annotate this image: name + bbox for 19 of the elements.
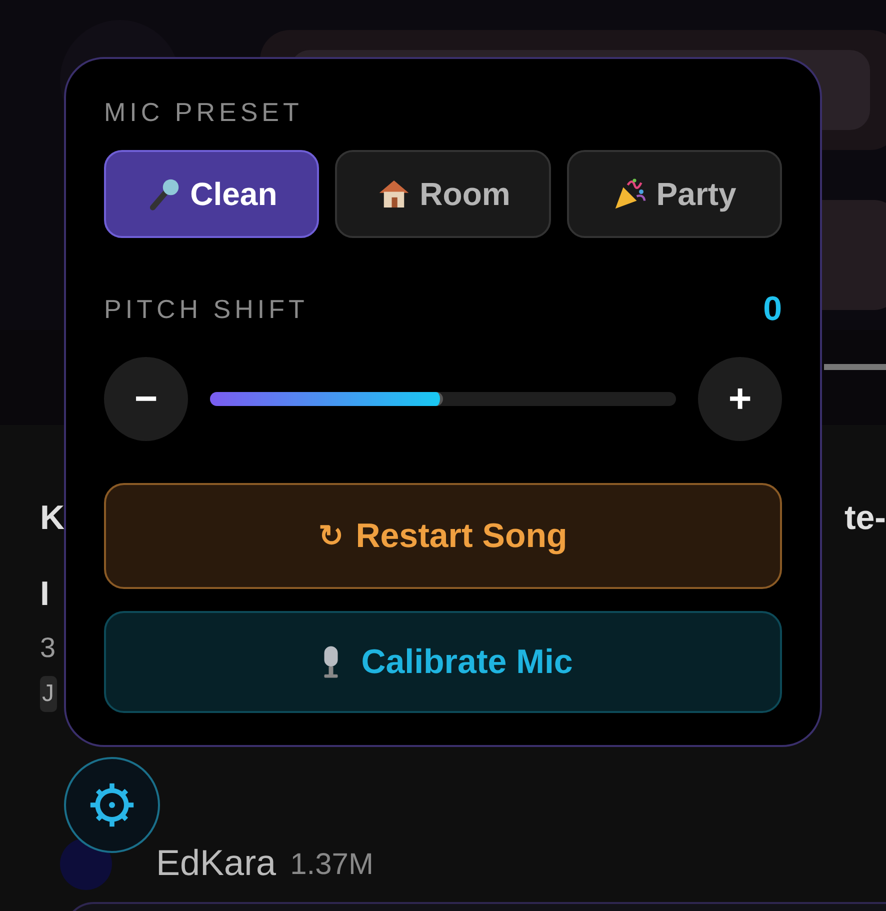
section-label: PITCH SHIFT xyxy=(104,294,308,325)
restart-button[interactable]: ↻ Restart Song xyxy=(104,483,782,589)
decrease-button[interactable]: − xyxy=(104,357,188,441)
video-meta: 3 xyxy=(40,631,56,665)
video-title: K xyxy=(40,498,65,538)
section-label: MIC PRESET xyxy=(104,97,304,128)
video-title: I xyxy=(40,574,50,614)
preset-button[interactable]: Room xyxy=(335,150,551,238)
calibrate-button[interactable]: Calibrate Mic xyxy=(104,611,782,713)
video-title: te- xyxy=(844,498,886,538)
settings-icon xyxy=(88,781,136,829)
channel-name[interactable]: EdKara xyxy=(156,842,276,884)
pitch-value: 0 xyxy=(763,290,782,329)
preset-button[interactable]: Party xyxy=(566,150,782,238)
description-chip[interactable]: J xyxy=(40,676,57,712)
pitch-slider[interactable] xyxy=(210,392,676,406)
increase-button[interactable]: + xyxy=(698,357,782,441)
subscriber-count: 1.37M xyxy=(290,848,374,882)
preset-button[interactable]: Clean xyxy=(104,150,320,238)
